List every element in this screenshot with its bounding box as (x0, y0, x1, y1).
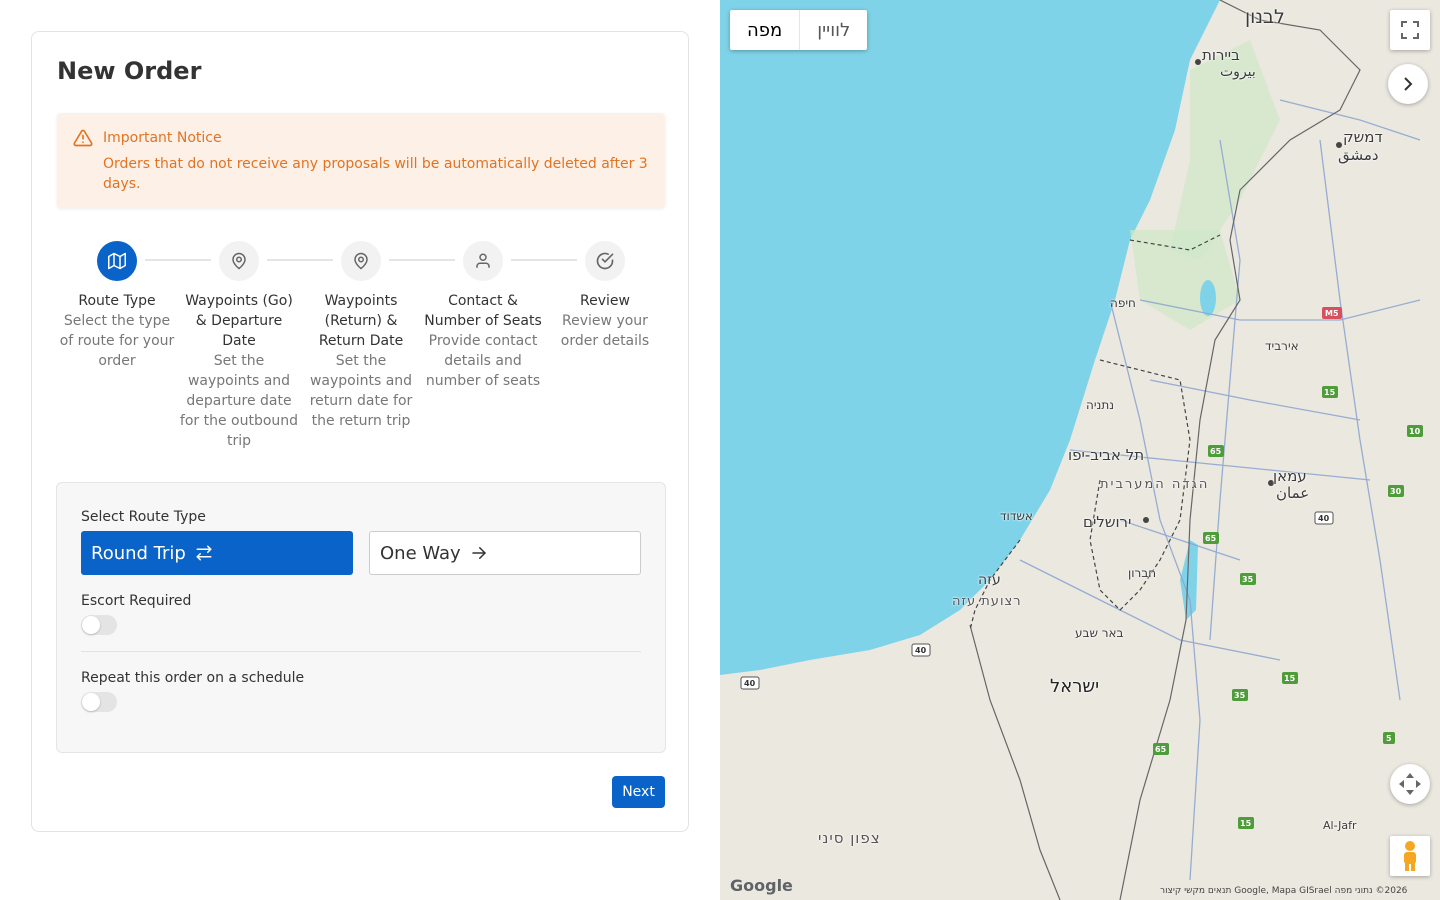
arrow-right-icon (471, 547, 486, 559)
step-4-indicator (463, 241, 503, 281)
map-label-damascus: דמשק (1343, 128, 1383, 146)
map-footer[interactable]: 2026© נתוני מפה Google, Mapa GISrael תנא… (1160, 886, 1407, 896)
svg-text:65: 65 (1205, 534, 1217, 543)
arrows-swap-icon (196, 545, 212, 561)
step-description: Set the waypoints and return date for th… (309, 353, 413, 429)
important-notice: Important Notice Orders that do not rece… (57, 113, 665, 208)
chevron-right-icon (1404, 77, 1413, 91)
user-icon (476, 253, 490, 268)
map-label-haifa: חיפה (1110, 296, 1136, 310)
fullscreen-button[interactable] (1390, 10, 1430, 50)
map-label-beirut: ביירות (1202, 46, 1240, 64)
move-arrows-icon (1399, 773, 1421, 795)
step-description: Provide contact details and number of se… (425, 333, 541, 389)
next-button[interactable]: Next (612, 776, 665, 808)
step-contact-seats[interactable]: Contact & Number of Seats Provide contac… (422, 241, 544, 391)
svg-text:40: 40 (1318, 514, 1330, 523)
step-label: Route Type (78, 293, 156, 309)
map-type-control: מפה לוויין (730, 10, 868, 50)
round-trip-label: Round Trip (91, 542, 186, 564)
notice-title: Important Notice (103, 130, 222, 146)
expand-panel-button[interactable] (1388, 64, 1428, 104)
toggle-knob (82, 616, 100, 634)
step-label: Waypoints (Go) & Departure Date (185, 293, 293, 349)
step-description: Review your order details (560, 313, 650, 349)
pegman-icon (1404, 841, 1416, 871)
map-pin-icon (354, 252, 368, 270)
map-view[interactable]: M5 15 10 65 65 35 15 35 65 15 30 5 40 40… (720, 0, 1440, 900)
svg-text:35: 35 (1242, 575, 1254, 584)
map-label-lebanon: לבנון (1245, 6, 1285, 28)
map-label-ashdod: אשדוד (1000, 509, 1033, 523)
svg-text:30: 30 (1390, 487, 1402, 496)
step-2-indicator (219, 241, 259, 281)
svg-text:40: 40 (915, 646, 927, 655)
one-way-button[interactable]: One Way (369, 531, 641, 575)
route-type-label: Select Route Type (81, 509, 206, 525)
map-label-amman: עמאן (1273, 467, 1307, 485)
map-label-israel: ישראל (1050, 676, 1100, 697)
notice-body: Orders that do not receive any proposals… (103, 156, 648, 192)
svg-text:10: 10 (1409, 427, 1421, 436)
route-options-panel: Select Route Type Round Trip One Way Esc… (56, 482, 666, 753)
step-description: Select the type of route for your order (59, 313, 175, 369)
svg-text:65: 65 (1210, 447, 1222, 456)
map-label-jerusalem: ירושלים (1083, 513, 1132, 531)
step-label: Review (580, 293, 630, 309)
map-label-al-jafr: Al-Jafr (1323, 819, 1357, 832)
warning-icon (73, 129, 93, 147)
step-description: Set the waypoints and departure date for… (179, 353, 299, 449)
svg-text:65: 65 (1155, 745, 1167, 754)
google-logo: Google (730, 876, 793, 895)
map-label-damascus-ar: دمشق (1338, 146, 1379, 164)
map-label-sinai: צפון סיני (818, 829, 881, 847)
map-label-beersheba: באר שבע (1075, 626, 1124, 640)
camera-control-button[interactable] (1390, 764, 1430, 804)
escort-toggle[interactable] (81, 615, 117, 635)
svg-text:35: 35 (1234, 691, 1246, 700)
street-view-pegman[interactable] (1390, 836, 1430, 876)
repeat-toggle[interactable] (81, 692, 117, 712)
step-3-indicator (341, 241, 381, 281)
map-icon (108, 252, 126, 270)
order-form-pane: New Order Important Notice Orders that d… (0, 0, 720, 900)
one-way-label: One Way (380, 542, 461, 564)
order-card: New Order Important Notice Orders that d… (31, 31, 689, 832)
map-type-satellite-button[interactable]: לוויין (799, 10, 867, 50)
map-pin-icon (232, 252, 246, 270)
map-type-map-button[interactable]: מפה (730, 10, 799, 50)
step-1-indicator (97, 241, 137, 281)
map-label-hebron: חברון (1128, 566, 1157, 580)
fullscreen-icon (1401, 21, 1419, 39)
step-waypoints-return[interactable]: Waypoints (Return) & Return Date Set the… (300, 241, 422, 431)
svg-text:15: 15 (1324, 388, 1336, 397)
round-trip-button[interactable]: Round Trip (81, 531, 353, 575)
escort-label: Escort Required (81, 593, 192, 609)
toggle-knob (82, 693, 100, 711)
step-review[interactable]: Review Review your order details (544, 241, 666, 351)
page-title: New Order (57, 57, 202, 85)
svg-text:15: 15 (1284, 674, 1296, 683)
svg-text:5: 5 (1386, 734, 1392, 743)
map-label-gaza: עזה (978, 572, 1001, 588)
svg-text:40: 40 (744, 679, 756, 688)
svg-text:M5: M5 (1325, 309, 1339, 318)
step-label: Contact & Number of Seats (424, 293, 542, 329)
repeat-label: Repeat this order on a schedule (81, 670, 305, 686)
map-label-netanya: נתניה (1086, 398, 1115, 412)
step-label: Waypoints (Return) & Return Date (318, 293, 404, 349)
map-label-west-bank: הגדה המערבית (1100, 477, 1210, 492)
divider (81, 651, 641, 652)
map-label-gaza-strip: רצועת עזה (952, 594, 1022, 609)
map-label-irbid: אירביד (1265, 339, 1299, 353)
svg-text:15: 15 (1240, 819, 1252, 828)
map-label-tel-aviv: תל אביב-יפו (1068, 446, 1145, 464)
check-circle-icon (596, 252, 614, 270)
step-route-type[interactable]: Route Type Select the type of route for … (56, 241, 178, 371)
step-waypoints-go[interactable]: Waypoints (Go) & Departure Date Set the … (178, 241, 300, 451)
map-label-amman-ar: عمان (1276, 484, 1310, 502)
step-5-indicator (585, 241, 625, 281)
map-label-beirut-ar: بيروت (1220, 64, 1256, 80)
